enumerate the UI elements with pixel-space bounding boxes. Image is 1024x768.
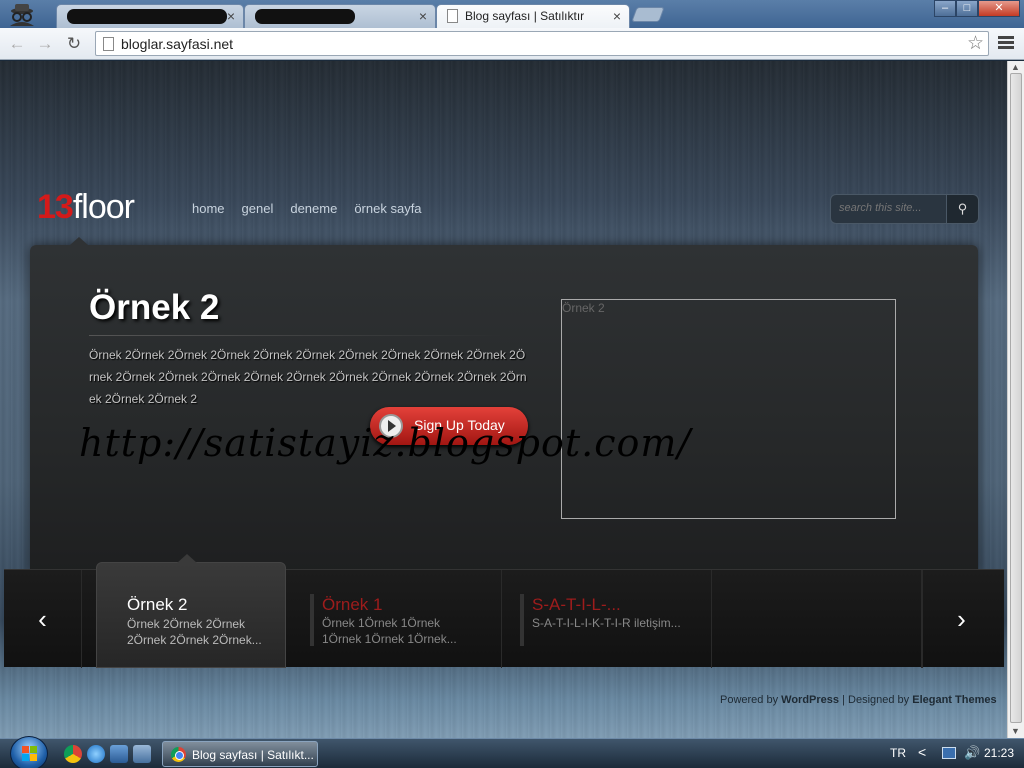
thumbnail-item[interactable]: Örnek 1 Örnek 1Örnek 1Örnek 1Örnek 1Örne… [292, 570, 502, 668]
nav-genel[interactable]: genel [242, 201, 274, 216]
vertical-scrollbar[interactable]: ▲ ▼ [1007, 61, 1024, 738]
thumbnail-item[interactable]: S-A-T-I-L-... S-A-T-I-L-I-K-T-I-R iletiş… [502, 570, 712, 668]
search-input[interactable] [839, 202, 944, 214]
browser-tab-2[interactable]: × [244, 4, 436, 28]
page-icon [103, 37, 114, 51]
window-controls: – □ ✕ [934, 0, 1020, 18]
tab-close-icon[interactable]: × [419, 8, 427, 24]
divider [310, 594, 314, 646]
thumbnail-title: S-A-T-I-L-... [532, 595, 621, 614]
page-icon [447, 9, 458, 23]
taskbar-chrome-window[interactable]: Blog sayfası | Satılıkt... [162, 741, 318, 767]
thumbnail-excerpt: S-A-T-I-L-I-K-T-I-R iletişim... [532, 616, 681, 630]
search-icon[interactable]: ⚲ [946, 195, 978, 223]
reload-button[interactable]: ↻ [63, 34, 85, 54]
divider [520, 594, 524, 646]
thumbnail-title: Örnek 2 [127, 595, 188, 614]
clock[interactable]: 21:23 [984, 746, 1014, 760]
nav-deneme[interactable]: deneme [290, 201, 337, 216]
site-search: ⚲ [830, 194, 979, 224]
language-indicator[interactable]: TR [890, 746, 906, 760]
slide-excerpt: Örnek 2Örnek 2Örnek 2Örnek 2Örnek 2Örnek… [89, 348, 527, 406]
divider [89, 335, 504, 336]
slide-image[interactable]: Örnek 2 [561, 299, 896, 519]
image-alt-text: Örnek 2 [562, 301, 605, 315]
ie-quicklaunch-icon[interactable] [87, 745, 105, 763]
site-logo[interactable]: 13floor [37, 188, 135, 227]
taskbar-window-label: Blog sayfası | Satılıkt... [192, 748, 314, 762]
scroll-down-icon[interactable]: ▼ [1011, 726, 1020, 736]
thumbnail-item[interactable]: Örnek 2 Örnek 2Örnek 2Örnek 2Örnek 2Örne… [96, 554, 286, 668]
site-footer: Powered by WordPress | Designed by Elega… [720, 694, 997, 706]
url-text[interactable]: bloglar.sayfasi.net [121, 36, 233, 52]
tab-close-icon[interactable]: × [227, 8, 235, 24]
show-desktop-icon[interactable] [110, 745, 128, 763]
show-hidden-icons-chevron-icon[interactable]: < [918, 744, 926, 760]
featured-slider: Örnek 2 Örnek 2Örnek 2Örnek 2Örnek 2Örne… [30, 237, 978, 575]
minimize-button[interactable]: – [934, 0, 956, 17]
next-slide-button[interactable]: › [922, 570, 1000, 668]
page-viewport: 13floor home genel deneme örnek sayfa ⚲ … [0, 61, 1007, 738]
maximize-button[interactable]: □ [956, 0, 978, 17]
chrome-icon [171, 747, 186, 762]
thumbnail-excerpt: Örnek 2Örnek 2Örnek 2Örnek 2Örnek 2Örnek… [127, 617, 262, 647]
browser-tab-1[interactable]: × [56, 4, 244, 28]
windows-logo-icon [22, 746, 38, 762]
prev-slide-button[interactable]: ‹ [4, 570, 82, 668]
tab-close-icon[interactable]: × [613, 8, 621, 24]
switch-windows-icon[interactable] [133, 745, 151, 763]
new-tab-button[interactable] [631, 7, 665, 22]
thumbnail-excerpt: Örnek 1Örnek 1Örnek 1Örnek 1Örnek 1Örnek… [322, 616, 457, 646]
browser-titlebar: × × Blog sayfası | Satılıktır × – □ ✕ [0, 0, 1024, 28]
windows-taskbar: Blog sayfası | Satılıkt... TR < 🔊 21:23 [0, 736, 1024, 768]
menu-icon[interactable] [998, 36, 1014, 52]
start-button[interactable] [10, 736, 48, 768]
volume-icon[interactable]: 🔊 [964, 745, 980, 761]
redacted-tab-title [67, 9, 227, 24]
panel-notch [70, 237, 88, 245]
slide-title[interactable]: Örnek 2 [89, 288, 219, 328]
elegant-themes-link[interactable]: Elegant Themes [912, 694, 996, 706]
address-bar[interactable]: bloglar.sayfasi.net ☆ [95, 31, 989, 56]
back-button[interactable]: ← [6, 34, 28, 54]
watermark-text: http://satistayiz.blogspot.com/ [79, 421, 692, 465]
close-window-button[interactable]: ✕ [978, 0, 1020, 17]
redacted-tab-title [255, 9, 355, 24]
scroll-up-icon[interactable]: ▲ [1011, 62, 1020, 72]
chrome-quicklaunch-icon[interactable] [64, 745, 82, 763]
wordpress-link[interactable]: WordPress [781, 694, 839, 706]
scrollbar-thumb[interactable] [1010, 73, 1022, 723]
bookmark-star-icon[interactable]: ☆ [967, 32, 984, 55]
thumbnail-title: Örnek 1 [322, 595, 383, 614]
slider-thumbnails: ‹ Örnek 2 Örnek 2Örnek 2Örnek 2Örnek 2Ör… [4, 554, 1004, 668]
site-nav: home genel deneme örnek sayfa [192, 201, 439, 216]
browser-tab-active[interactable]: Blog sayfası | Satılıktır × [436, 4, 630, 28]
incognito-icon [10, 4, 34, 26]
nav-ornek-sayfa[interactable]: örnek sayfa [354, 201, 421, 216]
thumbnail-item-empty [712, 570, 922, 668]
forward-button[interactable]: → [34, 34, 56, 54]
browser-toolbar: ← → ↻ bloglar.sayfasi.net ☆ [0, 28, 1024, 60]
network-icon[interactable] [942, 747, 956, 759]
nav-home[interactable]: home [192, 201, 225, 216]
tab-title: Blog sayfası | Satılıktır [465, 9, 585, 23]
